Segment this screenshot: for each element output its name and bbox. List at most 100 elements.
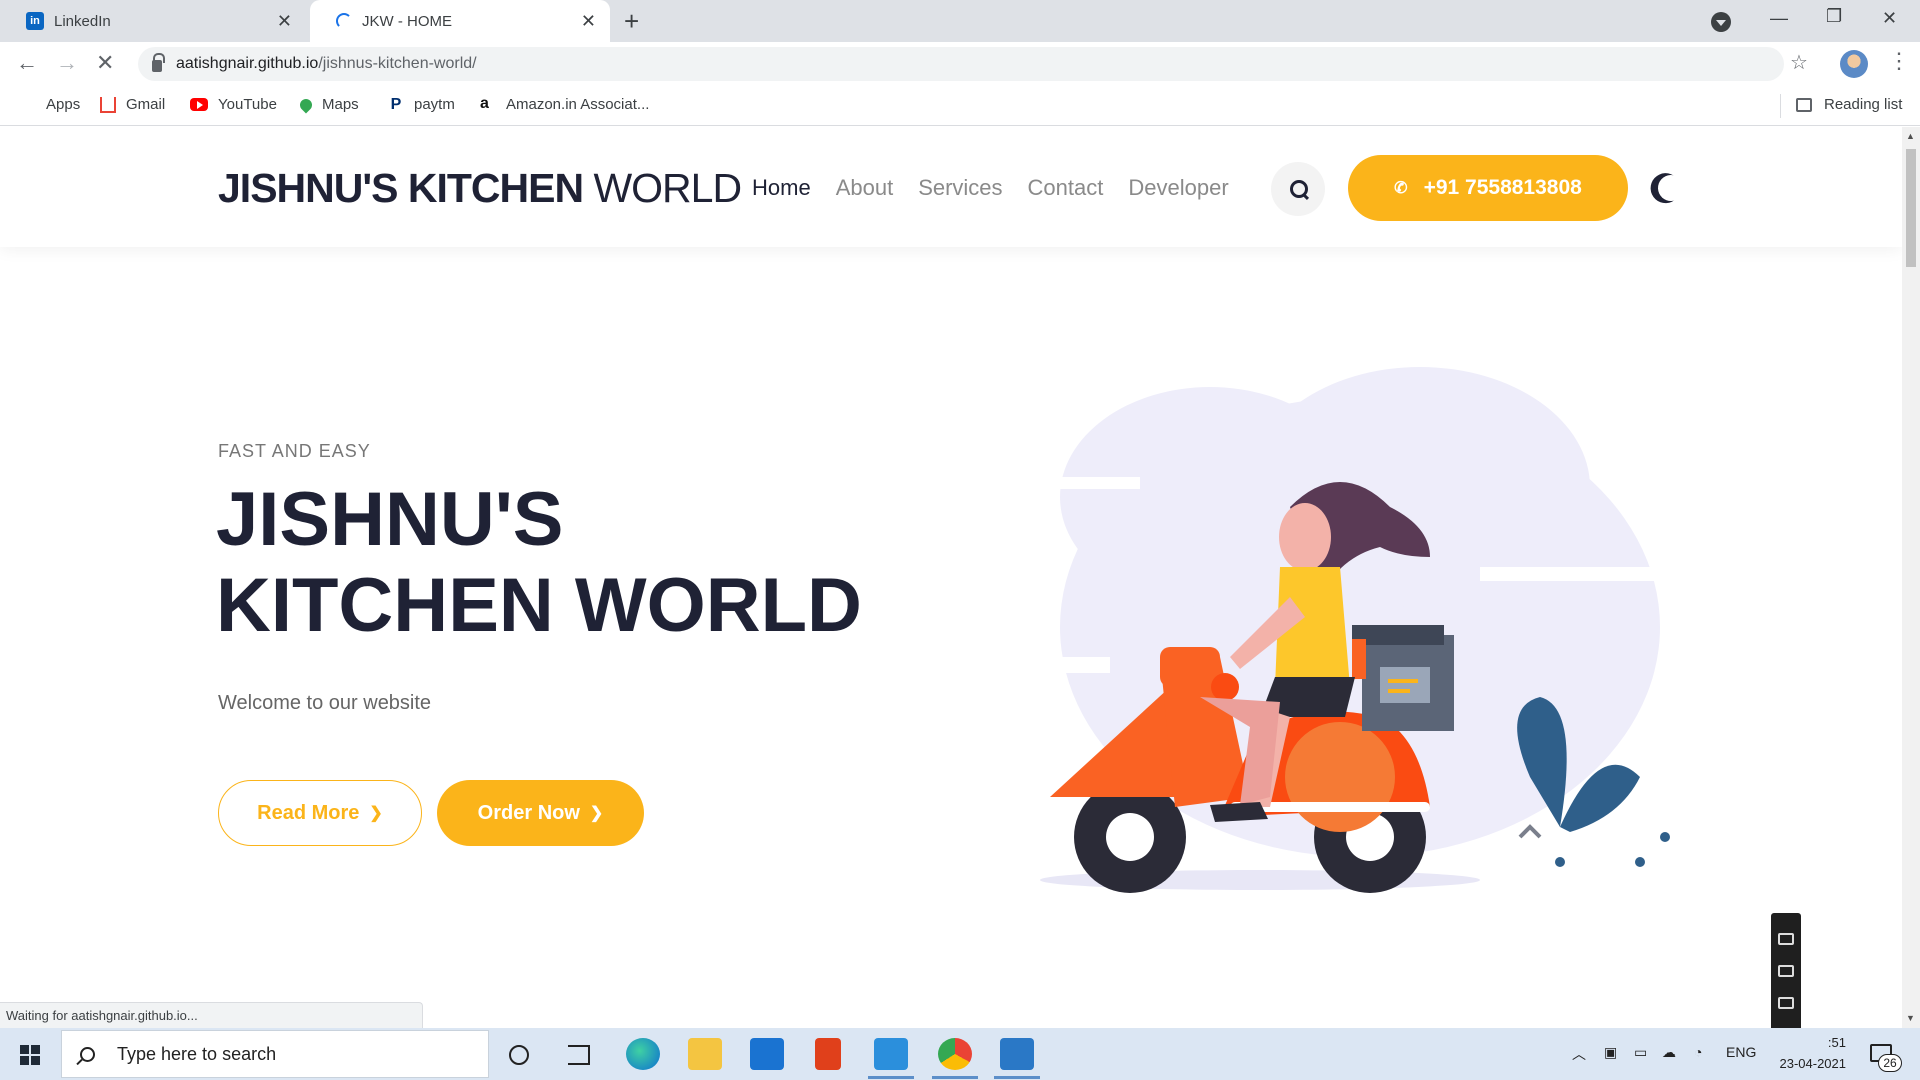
search-icon[interactable] xyxy=(1271,162,1325,216)
read-more-label: Read More xyxy=(257,801,360,824)
phone-icon: ✆ xyxy=(1394,180,1408,197)
more-menu-icon[interactable]: ⋮ xyxy=(1888,48,1910,74)
new-tab-icon[interactable]: + xyxy=(624,6,639,37)
system-clock[interactable]: :51 23-04-2021 xyxy=(1772,1032,1847,1074)
task-view-icon[interactable] xyxy=(568,1045,590,1065)
tab-linkedin[interactable]: in LinkedIn ✕ xyxy=(0,0,306,42)
site-header: JISHNU'S KITCHEN WORLD Home About Servic… xyxy=(0,127,1902,247)
close-tab-icon[interactable]: ✕ xyxy=(581,11,596,32)
office-icon[interactable] xyxy=(815,1038,841,1070)
bookmark-paytm[interactable]: P paytm xyxy=(388,96,455,113)
loading-spinner-icon xyxy=(336,13,352,29)
phone-number: +91 7558813808 xyxy=(1423,176,1582,199)
lock-icon[interactable] xyxy=(152,53,165,72)
bookmarks-divider xyxy=(1780,94,1781,118)
bookmark-label: paytm xyxy=(414,96,455,113)
minimize-icon[interactable]: — xyxy=(1770,8,1788,29)
paytm-icon: P xyxy=(390,95,402,113)
tab-jkw-home[interactable]: JKW - HOME ✕ xyxy=(310,0,610,42)
amazon-icon: a xyxy=(480,94,489,112)
youtube-icon xyxy=(190,98,208,111)
input-language[interactable]: ENG xyxy=(1726,1044,1756,1060)
scrollbar-thumb[interactable] xyxy=(1906,149,1916,267)
reading-list-label: Reading list xyxy=(1824,96,1903,113)
forward-icon[interactable]: → xyxy=(56,50,78,76)
url-host: aatishgnair.github.io xyxy=(176,55,319,72)
linkedin-icon: in xyxy=(26,12,44,30)
loading-status-bubble: Waiting for aatishgnair.github.io... xyxy=(0,1002,423,1028)
photos-icon[interactable] xyxy=(1000,1038,1034,1070)
order-now-button[interactable]: Order Now ❯ xyxy=(437,780,644,846)
restore-icon[interactable]: ❐ xyxy=(1826,6,1842,27)
nav-services[interactable]: Services xyxy=(918,175,1002,201)
taskbar-search-box[interactable]: Type here to search xyxy=(61,1030,489,1078)
meet-now-icon[interactable]: ▣ xyxy=(1604,1044,1617,1061)
gallery-icon[interactable] xyxy=(1778,997,1794,1009)
bookmark-gmail[interactable]: Gmail xyxy=(100,96,165,113)
windows-taskbar: Type here to search ︿ ▣ ▭ ☁ ◔ ENG :51 23… xyxy=(0,1028,1920,1080)
bookmark-label: Gmail xyxy=(126,96,166,113)
read-more-button[interactable]: Read More ❯ xyxy=(218,780,422,846)
main-nav: Home About Services Contact Developer xyxy=(752,175,1229,201)
search-placeholder: Type here to search xyxy=(117,1043,277,1064)
file-explorer-icon[interactable] xyxy=(688,1038,722,1070)
tab-title: JKW - HOME xyxy=(362,12,452,30)
nav-about[interactable]: About xyxy=(836,175,894,201)
clock-time: :51 xyxy=(1827,1035,1846,1050)
maps-pin-icon xyxy=(297,96,315,113)
url-path: /jishnus-kitchen-world/ xyxy=(318,55,477,72)
tab-search-icon[interactable] xyxy=(1711,12,1731,32)
reading-list-button[interactable]: Reading list xyxy=(1796,96,1902,113)
address-bar[interactable]: aatishgnair.github.io /jishnus-kitchen-w… xyxy=(138,47,1784,81)
bookmark-apps[interactable]: Apps xyxy=(20,96,80,113)
bookmark-amazon[interactable]: a Amazon.in Associat... xyxy=(480,94,650,113)
gmail-icon xyxy=(100,96,116,113)
hero-title-line1: JISHNU'S xyxy=(216,477,564,562)
hero-subtitle: Welcome to our website xyxy=(218,692,432,714)
show-hidden-icons-chevron-icon[interactable]: ︿ xyxy=(1572,1044,1586,1064)
page-scrollbar[interactable]: ▲ ▼ xyxy=(1902,127,1920,1028)
bookmark-label: Amazon.in Associat... xyxy=(506,96,650,113)
chrome-icon[interactable] xyxy=(938,1038,972,1070)
video-camera-icon[interactable] xyxy=(1778,965,1794,977)
bookmarks-bar: Apps Gmail YouTube Maps P paytm a Amazon… xyxy=(0,86,1920,126)
close-window-icon[interactable]: ✕ xyxy=(1882,8,1897,29)
tab-title: LinkedIn xyxy=(54,12,111,30)
vscode-icon[interactable] xyxy=(874,1038,908,1070)
battery-icon[interactable]: ▭ xyxy=(1634,1044,1647,1061)
scroll-down-icon[interactable]: ▼ xyxy=(1906,1013,1915,1023)
active-app-indicator xyxy=(868,1076,914,1079)
active-app-indicator xyxy=(994,1076,1040,1079)
nav-developer[interactable]: Developer xyxy=(1128,175,1228,201)
stop-loading-icon[interactable]: ✕ xyxy=(96,50,114,76)
hero-title: JISHNU'S KITCHEN WORLD xyxy=(216,477,916,649)
reading-list-icon xyxy=(1796,97,1812,112)
onedrive-cloud-icon[interactable]: ☁ xyxy=(1662,1044,1676,1061)
close-tab-icon[interactable]: ✕ xyxy=(277,11,292,32)
bookmark-star-icon[interactable]: ☆ xyxy=(1790,50,1808,75)
bookmark-label: Maps xyxy=(322,96,359,113)
windows-start-icon[interactable] xyxy=(20,1045,40,1065)
browser-toolbar: ← → ✕ aatishgnair.github.io /jishnus-kit… xyxy=(0,42,1920,86)
camera-icon[interactable] xyxy=(1778,933,1794,945)
web-page: JISHNU'S KITCHEN WORLD Home About Servic… xyxy=(0,127,1902,1028)
apps-grid-icon xyxy=(20,97,36,113)
delivery-box xyxy=(1352,625,1454,731)
order-now-label: Order Now xyxy=(477,801,580,824)
cortana-icon[interactable] xyxy=(509,1045,529,1065)
wifi-icon[interactable]: ◔ xyxy=(1694,1044,1702,1060)
chevron-right-icon: ❯ xyxy=(589,805,604,822)
site-logo[interactable]: JISHNU'S KITCHEN WORLD xyxy=(218,165,742,212)
profile-avatar[interactable] xyxy=(1840,50,1868,78)
nav-contact[interactable]: Contact xyxy=(1028,175,1104,201)
dark-mode-moon-icon[interactable] xyxy=(1654,171,1687,204)
nav-home[interactable]: Home xyxy=(752,175,811,201)
scroll-up-icon[interactable]: ▲ xyxy=(1906,131,1915,141)
back-icon[interactable]: ← xyxy=(16,50,38,76)
bookmark-youtube[interactable]: YouTube xyxy=(190,96,277,113)
hero-title-line2: KITCHEN WORLD xyxy=(216,563,862,648)
phone-button[interactable]: ✆ +91 7558813808 xyxy=(1348,155,1628,221)
bookmark-maps[interactable]: Maps xyxy=(297,96,359,113)
edge-icon[interactable] xyxy=(626,1038,660,1070)
mail-icon[interactable] xyxy=(750,1038,784,1070)
